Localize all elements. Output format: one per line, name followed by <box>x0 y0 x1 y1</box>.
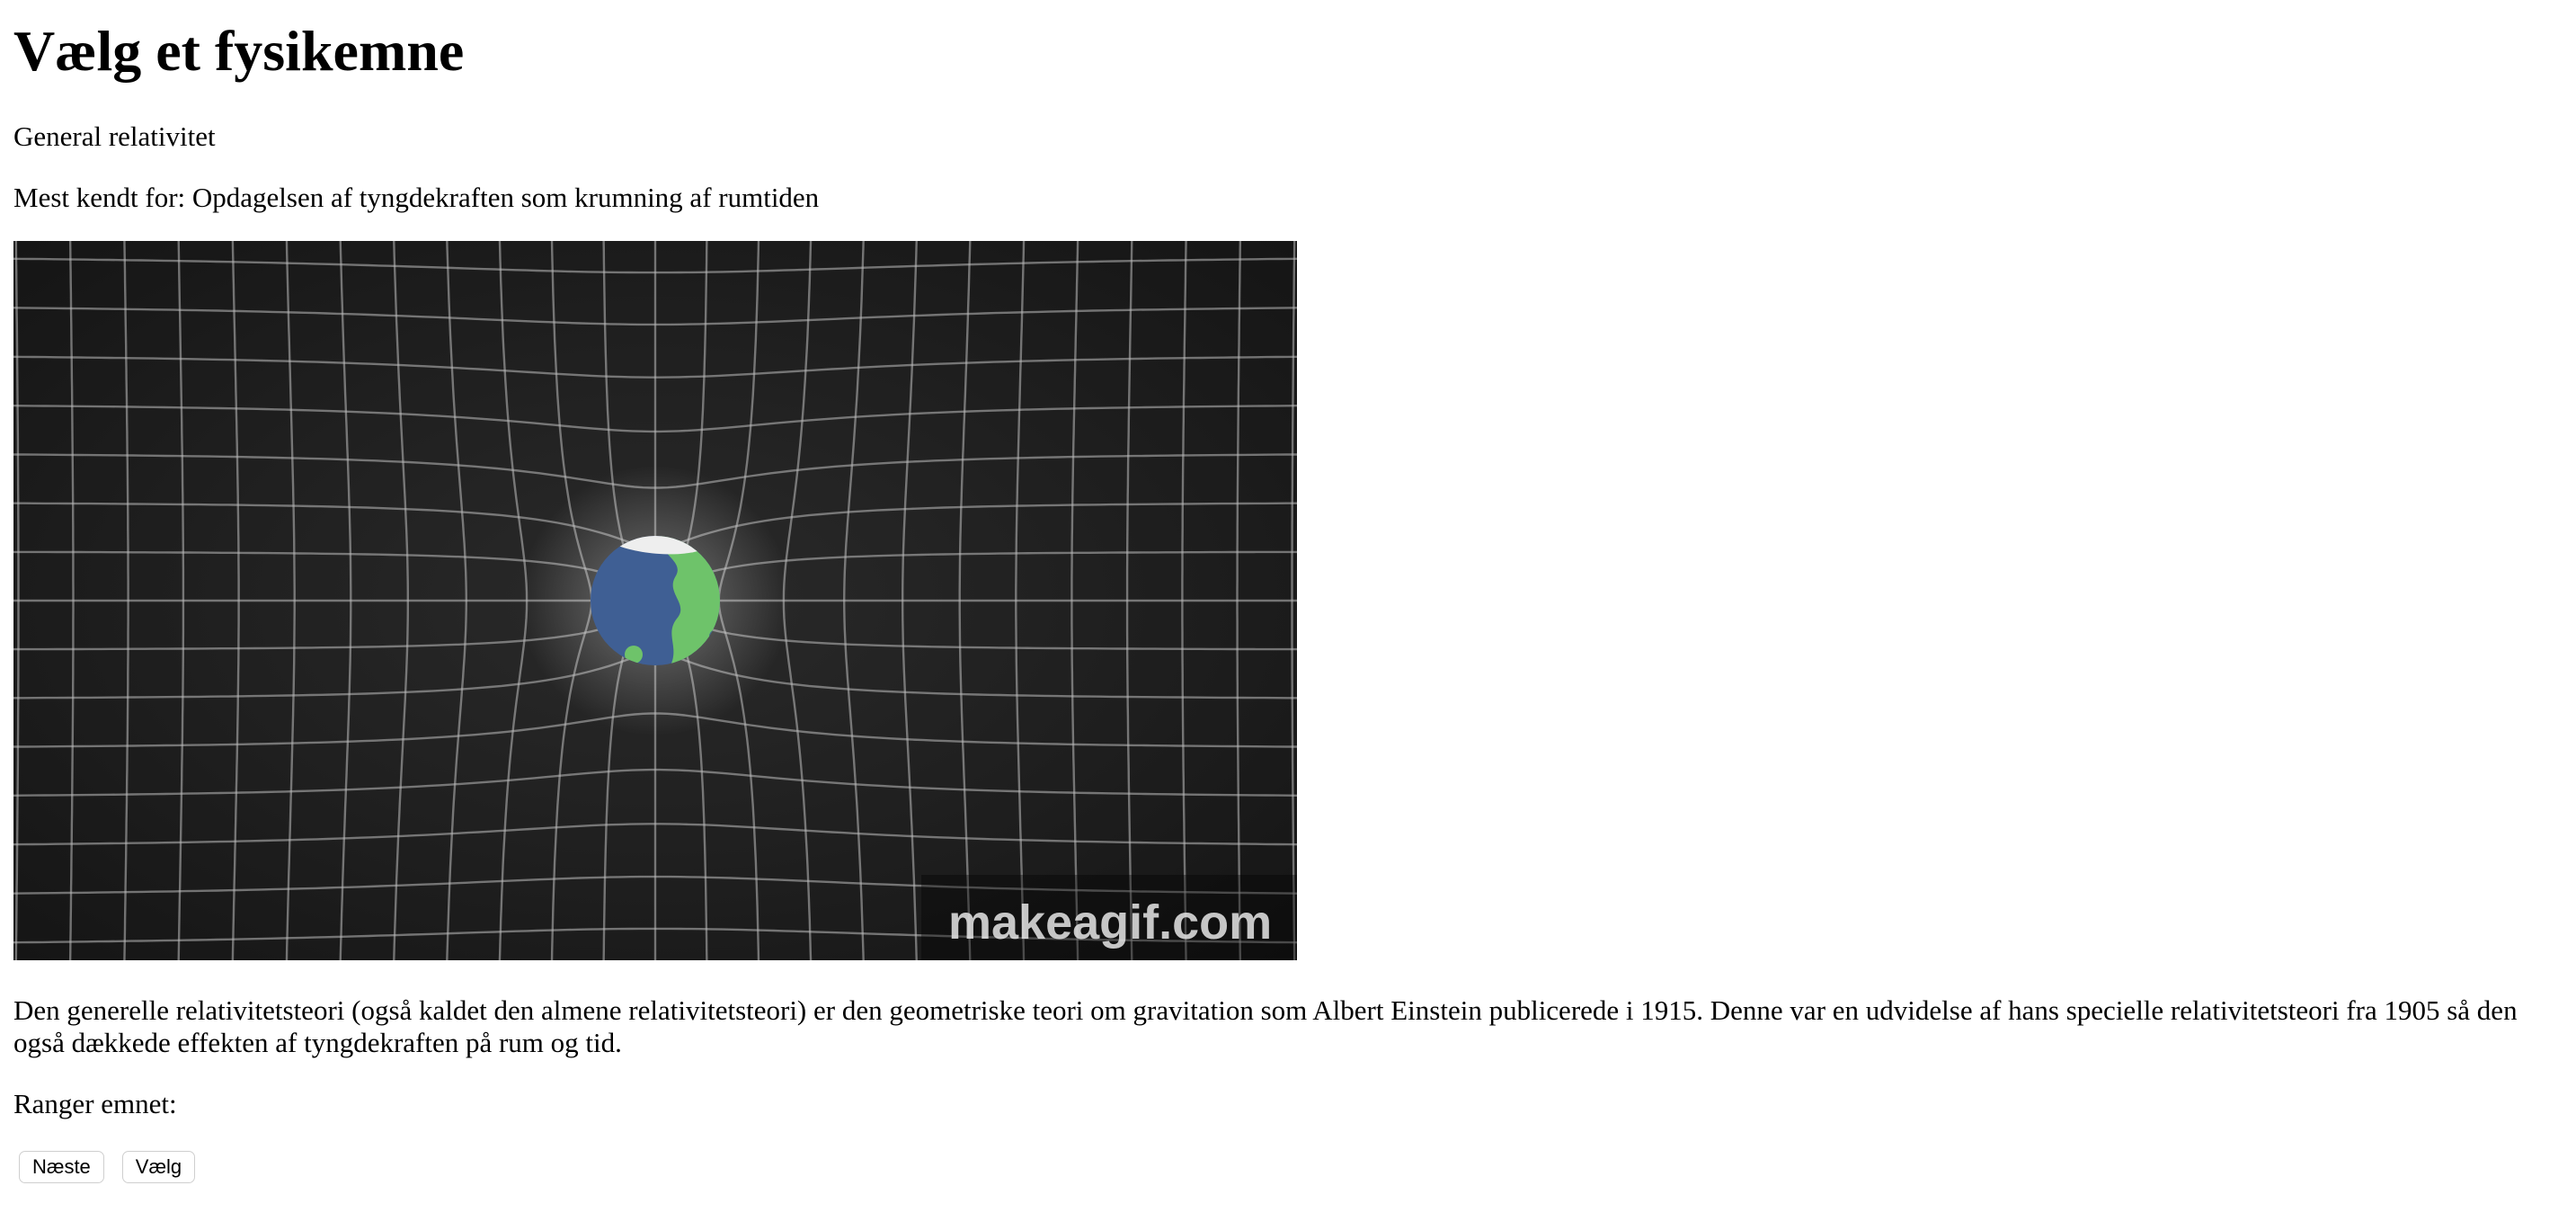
button-group: Næste Vælg <box>13 1151 2563 1183</box>
spacetime-curvature-image: makeagif.com <box>13 241 1297 960</box>
rank-label: Ranger emnet: <box>13 1088 177 1119</box>
select-button[interactable]: Vælg <box>121 1151 196 1183</box>
svg-text:makeagif.com: makeagif.com <box>948 896 1272 949</box>
watermark: makeagif.com <box>921 875 1297 960</box>
subject-name: General relativitet <box>13 120 216 152</box>
known-for-text: Mest kendt for: Opdagelsen af tyngdekraf… <box>13 182 820 213</box>
description-text: Den generelle relativitetsteori (også ka… <box>13 994 2518 1058</box>
page-title: Vælg et fysikemne <box>13 19 465 83</box>
page-content: Vælg et fysikemne General relativitet Me… <box>13 0 2563 1183</box>
spacetime-grid-illustration: makeagif.com <box>13 241 1297 960</box>
next-button[interactable]: Næste <box>19 1151 104 1183</box>
